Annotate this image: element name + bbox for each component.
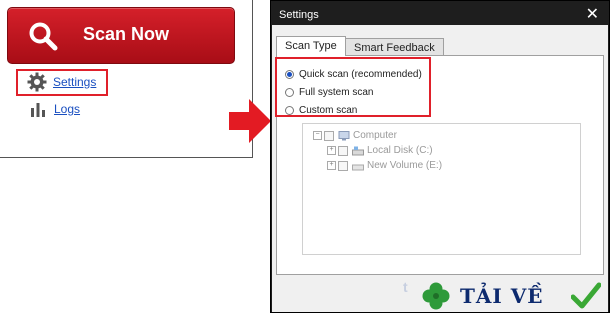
expand-icon[interactable]: + — [327, 161, 336, 170]
radio-quick-scan[interactable]: Quick scan (recommended) — [285, 69, 422, 80]
radio-label: Quick scan (recommended) — [299, 69, 422, 80]
watermark: t TẢI VỀ — [403, 279, 609, 313]
checkmark-icon — [571, 282, 601, 309]
app-panel: Scan Now Settings Logs — [0, 0, 253, 158]
logs-label: Logs — [54, 102, 81, 116]
magnifier-icon — [29, 22, 58, 51]
right-arrow-icon — [229, 99, 271, 143]
tree-checkbox[interactable] — [338, 145, 348, 156]
drive-icon — [352, 146, 364, 155]
radio-button-selected[interactable] — [285, 70, 294, 79]
collapse-icon[interactable]: − — [313, 131, 322, 140]
radio-button[interactable] — [285, 106, 294, 115]
settings-label: Settings — [53, 75, 97, 89]
drive-tree: − Computer + Local Disk (C:) + New Volum… — [302, 123, 581, 255]
close-icon[interactable]: ✕ — [586, 4, 599, 24]
settings-dialog: Settings ✕ Scan Type Smart Feedback Quic… — [270, 0, 610, 313]
tree-item-computer[interactable]: − Computer — [313, 130, 397, 141]
tree-label: New Volume (E:) — [367, 160, 443, 171]
tree-item-local-disk[interactable]: + Local Disk (C:) — [327, 145, 433, 156]
radio-full-system-scan[interactable]: Full system scan — [285, 87, 373, 98]
logs-link[interactable]: Logs — [30, 100, 80, 118]
bar-chart-icon — [31, 103, 45, 117]
tree-label: Local Disk (C:) — [367, 145, 433, 156]
watermark-ghost-letter: t — [403, 279, 408, 295]
tab-scan-type[interactable]: Scan Type — [276, 36, 346, 56]
watermark-text: TẢI VỀ — [460, 284, 544, 308]
radio-label: Full system scan — [299, 87, 374, 98]
radio-custom-scan[interactable]: Custom scan — [285, 105, 357, 116]
tab-smart-feedback[interactable]: Smart Feedback — [345, 38, 444, 56]
dialog-title: Settings — [279, 9, 319, 21]
computer-icon — [338, 130, 350, 140]
scan-now-button[interactable]: Scan Now — [7, 7, 235, 64]
tree-checkbox[interactable] — [324, 130, 334, 141]
tree-checkbox[interactable] — [338, 160, 348, 171]
tree-label: Computer — [353, 130, 397, 141]
dialog-body: Scan Type Smart Feedback Quick scan (rec… — [272, 25, 608, 312]
drive-icon — [352, 164, 364, 170]
tree-item-new-volume[interactable]: + New Volume (E:) — [327, 160, 442, 171]
clover-icon — [422, 282, 450, 310]
scan-now-label: Scan Now — [83, 24, 170, 44]
settings-link[interactable]: Settings — [27, 72, 96, 92]
radio-label: Custom scan — [299, 105, 358, 116]
expand-icon[interactable]: + — [327, 146, 336, 155]
radio-button[interactable] — [285, 88, 294, 97]
gear-icon — [27, 72, 47, 92]
